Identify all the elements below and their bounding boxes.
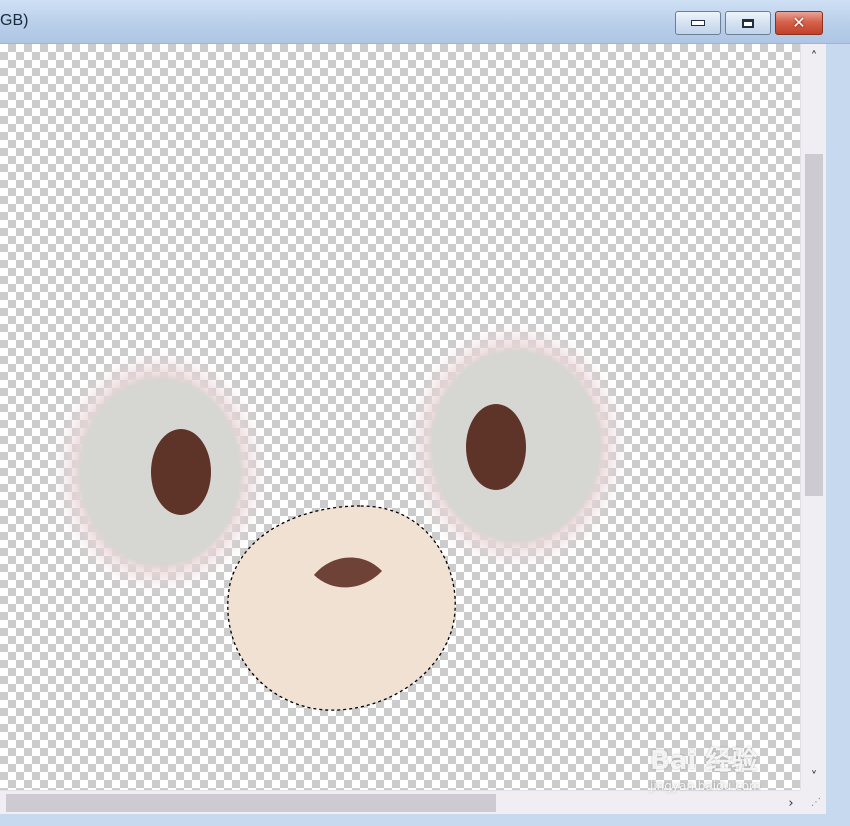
watermark: Bai 经验 jingyan.baidu.com: [650, 740, 810, 793]
title-bar[interactable]: GB) ✕: [0, 0, 850, 44]
muzzle: [227, 505, 456, 711]
resize-grip-icon[interactable]: ⋰: [811, 798, 821, 808]
close-button[interactable]: ✕: [775, 11, 823, 35]
vertical-scrollbar[interactable]: ˄ ˅: [800, 44, 827, 790]
vertical-scroll-thumb[interactable]: [805, 154, 823, 496]
scroll-up-arrow-icon[interactable]: ˄: [801, 46, 827, 68]
minimize-button[interactable]: [675, 11, 721, 35]
watermark-brand: Bai 经验: [650, 746, 758, 776]
right-eye: [420, 338, 612, 554]
window-title: GB): [0, 12, 29, 29]
window-frame-bottom: [0, 814, 850, 826]
close-icon: ✕: [792, 13, 806, 32]
left-eye: [68, 366, 252, 578]
scroll-corner: ⋰: [800, 790, 826, 814]
horizontal-scrollbar[interactable]: ›: [0, 790, 800, 815]
maximize-button[interactable]: [725, 11, 771, 35]
minimize-icon: [691, 20, 705, 26]
restore-icon: [742, 18, 754, 28]
scroll-right-arrow-icon[interactable]: ›: [782, 793, 800, 813]
canvas-artwork: [68, 338, 612, 711]
image-document-window: GB) ✕ ˄ ˅ › ⋰ Bai 经验 jingyan.baidu.com: [0, 0, 850, 826]
left-pupil: [151, 429, 211, 515]
window-frame-right: [826, 44, 850, 826]
horizontal-scroll-thumb[interactable]: [6, 794, 496, 812]
right-pupil: [466, 404, 526, 490]
watermark-url: jingyan.baidu.com: [650, 779, 761, 793]
image-canvas[interactable]: [0, 44, 800, 790]
